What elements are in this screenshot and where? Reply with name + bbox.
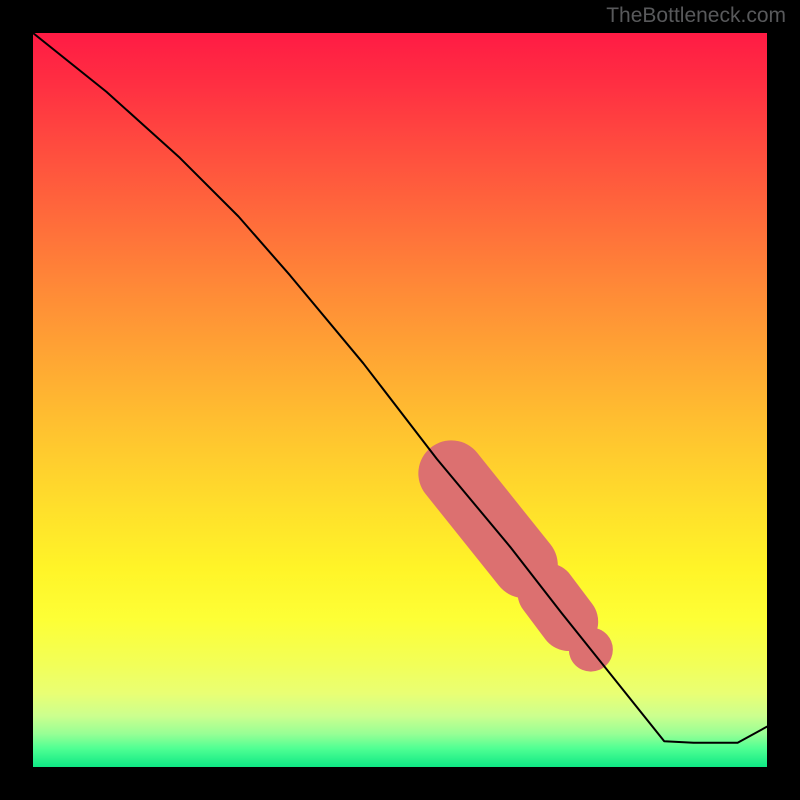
plot-area [33, 33, 767, 767]
watermark-text: TheBottleneck.com [606, 4, 786, 28]
chart-container: TheBottleneck.com [0, 0, 800, 800]
gradient-background [33, 33, 767, 767]
